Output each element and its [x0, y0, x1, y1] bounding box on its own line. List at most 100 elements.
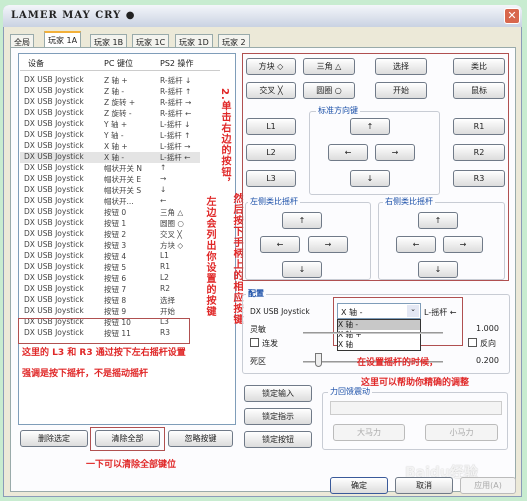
tab-player-1c[interactable]: 玩家 1C [132, 34, 170, 48]
cross-button[interactable]: 交叉 ╳ [246, 82, 296, 99]
row-pc-key: 按钮 7 [104, 285, 127, 294]
sensitivity-slider[interactable] [303, 332, 443, 334]
reverse-checkbox[interactable] [468, 338, 477, 347]
triangle-button[interactable]: 三角 △ [303, 58, 355, 75]
tab-player-1d[interactable]: 玩家 1D [175, 34, 213, 48]
l3-button[interactable]: L3 [246, 170, 296, 187]
table-row[interactable]: DX USB Joystick X 轴 - L-摇杆 ← [20, 152, 200, 163]
row-pc-key: 按钮 5 [104, 263, 127, 272]
row-ps2-action: ← [160, 196, 167, 205]
l2-button[interactable]: L2 [246, 144, 296, 161]
annotation-stick-2: 这里可以帮助你精确的调整 [361, 378, 470, 388]
tab-player-1b[interactable]: 玩家 1B [90, 34, 128, 48]
clear-all-button[interactable]: 清除全部 [95, 430, 160, 447]
row-ps2-action: 交叉 ╳ [160, 230, 182, 239]
row-device: DX USB Joystick [24, 218, 84, 227]
left-stick-left-button[interactable]: ← [260, 236, 300, 253]
sensitivity-label: 灵敏 [250, 325, 266, 334]
tab-player-2[interactable]: 玩家 2 [218, 34, 250, 48]
row-device: DX USB Joystick [24, 306, 84, 315]
config-group-label: 配置 [246, 288, 266, 299]
left-stick-right-button[interactable]: → [308, 236, 348, 253]
mouse-button[interactable]: 鼠标 [453, 82, 505, 99]
dpad-right-button[interactable]: → [375, 144, 415, 161]
column-device[interactable]: 设备 [28, 58, 44, 69]
tab-global[interactable]: 全局 [10, 34, 34, 48]
row-ps2-action: ↑ [160, 163, 167, 172]
annotation-stick-1: 在设置摇杆的时候， [357, 358, 439, 368]
axis-dropdown-list[interactable]: X 轴 - X 轴 + X 轴 [337, 319, 421, 351]
big-motor-button[interactable]: 大马力 [333, 424, 405, 441]
lock-button-button[interactable]: 锁定按钮 [244, 431, 312, 448]
axis-combobox-value: X 轴 - [341, 308, 363, 317]
close-button[interactable]: ✕ [504, 8, 520, 24]
row-pc-key: 帽状开关 S [104, 186, 142, 195]
row-device: DX USB Joystick [24, 163, 84, 172]
row-device: DX USB Joystick [24, 262, 84, 271]
analog-button[interactable]: 类比 [453, 58, 505, 75]
row-device: DX USB Joystick [24, 130, 84, 139]
turbo-checkbox[interactable] [250, 338, 259, 347]
sensitivity-value: 1.000 [476, 324, 499, 333]
row-pc-key: 按钮 8 [104, 296, 127, 305]
left-stick-up-button[interactable]: ↑ [282, 212, 322, 229]
r1-button[interactable]: R1 [453, 118, 505, 135]
force-feedback-combobox[interactable] [330, 401, 502, 415]
row-ps2-action: 圆圈 ○ [160, 219, 184, 228]
l1-button[interactable]: L1 [246, 118, 296, 135]
dpad-up-button[interactable]: ↑ [350, 118, 390, 135]
row-pc-key: 按钮 9 [104, 307, 127, 316]
right-stick-down-button[interactable]: ↓ [418, 261, 458, 278]
dpad-group-label: 标准方向键 [316, 105, 360, 116]
turbo-label: 连发 [262, 339, 278, 348]
axis-option[interactable]: X 轴 [338, 340, 420, 350]
right-stick-up-button[interactable]: ↑ [418, 212, 458, 229]
apply-button[interactable]: 应用(A) [460, 477, 516, 494]
lock-input-button[interactable]: 锁定输入 [244, 385, 312, 402]
row-ps2-action: R-摇杆 → [160, 98, 192, 107]
column-ps2-action[interactable]: PS2 操作 [160, 58, 194, 69]
start-button[interactable]: 开始 [375, 82, 427, 99]
row-pc-key: 帽状开... [104, 197, 134, 206]
force-feedback-label: 力回馈震动 [328, 386, 372, 397]
deadzone-slider-thumb[interactable] [315, 353, 322, 367]
row-ps2-action: L-摇杆 → [160, 142, 191, 151]
axis-combobox[interactable]: X 轴 - ⌄ [337, 303, 421, 319]
ok-button[interactable]: 确定 [330, 477, 388, 494]
lock-indicator-button[interactable]: 锁定指示 [244, 408, 312, 425]
left-stick-down-button[interactable]: ↓ [282, 261, 322, 278]
left-stick-group-label: 左侧类比摇杆 [248, 196, 300, 207]
cancel-button[interactable]: 取消 [395, 477, 453, 494]
row-pc-key: 帽状开关 N [104, 164, 142, 173]
tab-player-1a[interactable]: 玩家 1A [44, 31, 82, 48]
annotation-clear-all: 一下可以清除全部键位 [86, 460, 177, 470]
dpad-down-button[interactable]: ↓ [350, 170, 390, 187]
square-button[interactable]: 方块 ◇ [246, 58, 296, 75]
select-button[interactable]: 选择 [375, 58, 427, 75]
circle-button[interactable]: 圆圈 ○ [303, 82, 355, 99]
delete-selected-button[interactable]: 删除选定 [20, 430, 88, 447]
row-ps2-action: ↓ [160, 185, 167, 194]
row-pc-key: 按钮 3 [104, 241, 127, 250]
row-device: DX USB Joystick [24, 196, 84, 205]
row-ps2-action: L2 [160, 273, 169, 282]
small-motor-button[interactable]: 小马力 [425, 424, 498, 441]
row-device: DX USB Joystick [24, 174, 84, 183]
row-ps2-action: R-摇杆 ↑ [160, 87, 192, 96]
right-stick-right-button[interactable]: → [443, 236, 483, 253]
dpad-left-button[interactable]: ← [328, 144, 368, 161]
ignore-key-button[interactable]: 忽略按键 [168, 430, 233, 447]
row-pc-key: Y 轴 + [104, 120, 128, 129]
r2-button[interactable]: R2 [453, 144, 505, 161]
row-device: DX USB Joystick [24, 273, 84, 282]
r3-button[interactable]: R3 [453, 170, 505, 187]
chevron-down-icon[interactable]: ⌄ [407, 305, 419, 317]
row-pc-key: X 轴 + [104, 142, 128, 151]
axis-option[interactable]: X 轴 - [338, 320, 420, 330]
row-device: DX USB Joystick [24, 240, 84, 249]
right-stick-left-button[interactable]: ← [396, 236, 436, 253]
annotation-l3r3-line2: 强调是按下摇杆，不是摇动摇杆 [22, 369, 149, 379]
column-pc-key[interactable]: PC 键位 [104, 58, 133, 69]
row-device: DX USB Joystick [24, 75, 84, 84]
title-bar: LAMER MAY CRY ● [3, 5, 522, 27]
